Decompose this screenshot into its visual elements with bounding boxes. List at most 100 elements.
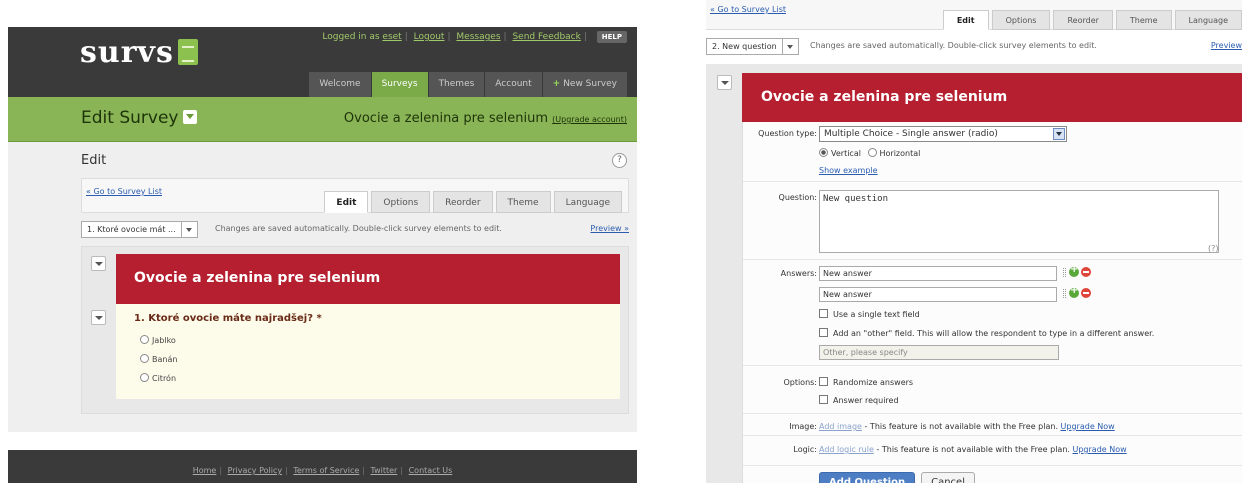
drag-handle-icon[interactable] xyxy=(1063,289,1066,298)
nav-surveys[interactable]: Surveys xyxy=(371,72,428,97)
footer-terms-link[interactable]: Terms of Service xyxy=(293,466,359,475)
survey-header-title: Ovocie a zelenina pre selenium xyxy=(134,270,381,286)
form-actions: Add Question Cancel xyxy=(819,472,975,483)
survey-header[interactable]: Ovocie a zelenina pre selenium xyxy=(742,73,1242,122)
question-label: Question: xyxy=(778,193,817,202)
remove-answer-icon[interactable] xyxy=(1081,267,1091,277)
footer-home-link[interactable]: Home xyxy=(193,466,217,475)
drag-handle-icon[interactable] xyxy=(1063,268,1066,277)
go-to-survey-list-link[interactable]: « Go to Survey List xyxy=(86,187,162,196)
preview-link[interactable]: Preview xyxy=(1211,41,1242,50)
tab-edit[interactable]: Edit xyxy=(324,191,369,213)
checkbox[interactable] xyxy=(819,395,828,404)
survey-canvas: Ovocie a zelenina pre selenium Question … xyxy=(706,64,1242,483)
tab-language[interactable]: Language xyxy=(1174,10,1242,30)
add-answer-icon[interactable] xyxy=(1069,285,1079,298)
question-block[interactable]: 1. Ktoré ovocie máte najradšej? * Jablko… xyxy=(116,304,620,399)
help-button[interactable]: HELP xyxy=(596,31,627,43)
add-question-button[interactable]: Add Question xyxy=(819,472,916,483)
user-links: Logged in as eset | Logout | Messages | Sen… xyxy=(322,31,627,43)
footer-contact-link[interactable]: Contact Us xyxy=(409,466,453,475)
answer-input[interactable]: New answer xyxy=(819,266,1057,281)
help-icon[interactable]: ? xyxy=(612,153,627,168)
nav-welcome[interactable]: Welcome xyxy=(309,72,371,97)
logic-label: Logic: xyxy=(793,445,817,454)
upgrade-now-link[interactable]: Upgrade Now xyxy=(1073,445,1127,454)
checkbox[interactable] xyxy=(819,309,828,318)
tab-reorder[interactable]: Reorder xyxy=(1053,10,1113,30)
question-help-icon[interactable]: (?) xyxy=(1208,244,1219,253)
randomize-option[interactable]: Randomize answers xyxy=(819,377,913,387)
question-type-select[interactable]: Multiple Choice - Single answer (radio) xyxy=(819,126,1067,142)
question-menu-icon[interactable] xyxy=(91,310,106,325)
messages-link[interactable]: Messages xyxy=(456,32,500,42)
username-link[interactable]: eset xyxy=(382,32,401,42)
tab-options[interactable]: Options xyxy=(371,191,431,213)
upgrade-now-link[interactable]: Upgrade Now xyxy=(1061,422,1115,431)
radio-icon xyxy=(140,335,149,344)
answer-label: Jablko xyxy=(152,336,176,345)
tab-edit[interactable]: Edit xyxy=(942,10,989,30)
required-option[interactable]: Answer required xyxy=(819,395,899,405)
preview-link[interactable]: Preview » xyxy=(590,224,629,233)
logic-note: - This feature is not available with the… xyxy=(873,445,1073,454)
upgrade-account-link[interactable]: (Upgrade account) xyxy=(552,115,627,124)
single-text-field-option[interactable]: Use a single text field xyxy=(819,309,920,319)
tab-theme[interactable]: Theme xyxy=(1115,10,1172,30)
logic-row: Logic: Add logic rule - This feature is … xyxy=(743,436,1242,466)
header-menu-icon[interactable] xyxy=(91,256,106,271)
autosave-hint: Changes are saved automatically. Double-… xyxy=(810,41,1097,50)
checkbox[interactable] xyxy=(819,377,828,386)
nav-new-survey-label: New Survey xyxy=(563,79,617,89)
add-image-link[interactable]: Add image xyxy=(819,422,862,431)
other-field-option[interactable]: Add an "other" field. This will allow th… xyxy=(819,328,1154,338)
other-specify-input[interactable]: Other, please specify xyxy=(819,345,1059,360)
header-menu-icon[interactable] xyxy=(717,75,732,90)
tab-language[interactable]: Language xyxy=(553,191,622,213)
question-value: New question xyxy=(823,194,889,204)
question-select[interactable]: 2. New question xyxy=(706,38,799,55)
question-editor: Question type: Multiple Choice - Single … xyxy=(742,122,1242,483)
radio-horizontal[interactable] xyxy=(867,148,877,157)
survey-header[interactable]: Ovocie a zelenina pre selenium xyxy=(116,254,620,304)
tab-reorder[interactable]: Reorder xyxy=(433,191,493,213)
answer-option[interactable]: Jablko xyxy=(140,335,176,345)
dropdown-icon[interactable] xyxy=(183,110,198,124)
nav-themes[interactable]: Themes xyxy=(428,72,485,97)
other-specify-placeholder: Other, please specify xyxy=(823,348,908,357)
logout-link[interactable]: Logout xyxy=(414,32,445,42)
answer-item: New answer xyxy=(819,264,1091,281)
show-example-link[interactable]: Show example xyxy=(819,166,878,175)
image-label: Image: xyxy=(789,422,817,431)
nav-new-survey[interactable]: + New Survey xyxy=(542,72,627,97)
answer-option[interactable]: Banán xyxy=(140,354,177,364)
options-row: Options: Randomize answers Answer requir… xyxy=(743,366,1242,414)
question-select[interactable]: 1. Ktoré ovocie mát ... xyxy=(81,221,198,238)
main-nav: Welcome Surveys Themes Account + New Surv… xyxy=(308,72,627,97)
checkbox[interactable] xyxy=(819,328,828,337)
footer-privacy-link[interactable]: Privacy Policy xyxy=(228,466,283,475)
answer-input[interactable]: New answer xyxy=(819,287,1057,302)
radio-vertical[interactable] xyxy=(819,148,828,157)
answer-option[interactable]: Citrón xyxy=(140,373,176,383)
question-row: Question: New question (?) xyxy=(743,182,1242,260)
cancel-button[interactable]: Cancel xyxy=(921,472,975,483)
go-to-survey-list-link[interactable]: « Go to Survey List xyxy=(710,5,786,14)
tab-theme[interactable]: Theme xyxy=(495,191,551,213)
nav-account[interactable]: Account xyxy=(485,72,542,97)
tab-options[interactable]: Options xyxy=(991,10,1051,30)
send-feedback-link[interactable]: Send Feedback xyxy=(512,32,580,42)
footer-twitter-link[interactable]: Twitter xyxy=(371,466,398,475)
logged-in-label: Logged in as xyxy=(322,32,380,42)
question-textarea[interactable]: New question xyxy=(819,190,1219,253)
add-answer-icon[interactable] xyxy=(1069,264,1079,277)
remove-answer-icon[interactable] xyxy=(1081,288,1091,298)
plus-icon: + xyxy=(552,79,561,89)
logo[interactable]: survs xyxy=(80,35,198,70)
question-bar: 1. Ktoré ovocie mát ... Changes are save… xyxy=(81,221,629,238)
section-title: Edit xyxy=(81,153,107,168)
add-logic-link[interactable]: Add logic rule xyxy=(819,445,874,454)
survey-name-text: Ovocie a zelenina pre selenium xyxy=(343,111,548,126)
notepad-icon xyxy=(177,39,198,65)
question-type-value: Multiple Choice - Single answer (radio) xyxy=(824,129,998,139)
